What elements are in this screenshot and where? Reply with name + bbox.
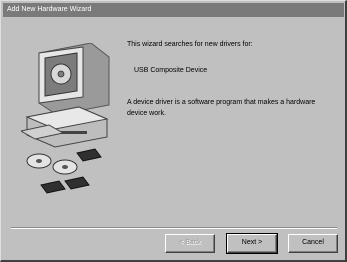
device-name: USB Composite Device: [134, 67, 208, 74]
window-title: Add New Hardware Wizard: [3, 3, 344, 17]
computer-with-discs-icon: [21, 43, 110, 194]
cancel-button[interactable]: Cancel: [288, 234, 338, 253]
driver-description: A device driver is a software program th…: [127, 99, 316, 117]
wizard-window: Add New Hardware Wizard This wizard sear…: [0, 0, 347, 262]
button-separator: [11, 227, 337, 229]
next-button[interactable]: Next >: [226, 233, 278, 254]
intro-text: This wizard searches for new drivers for…: [127, 41, 253, 48]
back-button[interactable]: < Back: [165, 234, 215, 253]
